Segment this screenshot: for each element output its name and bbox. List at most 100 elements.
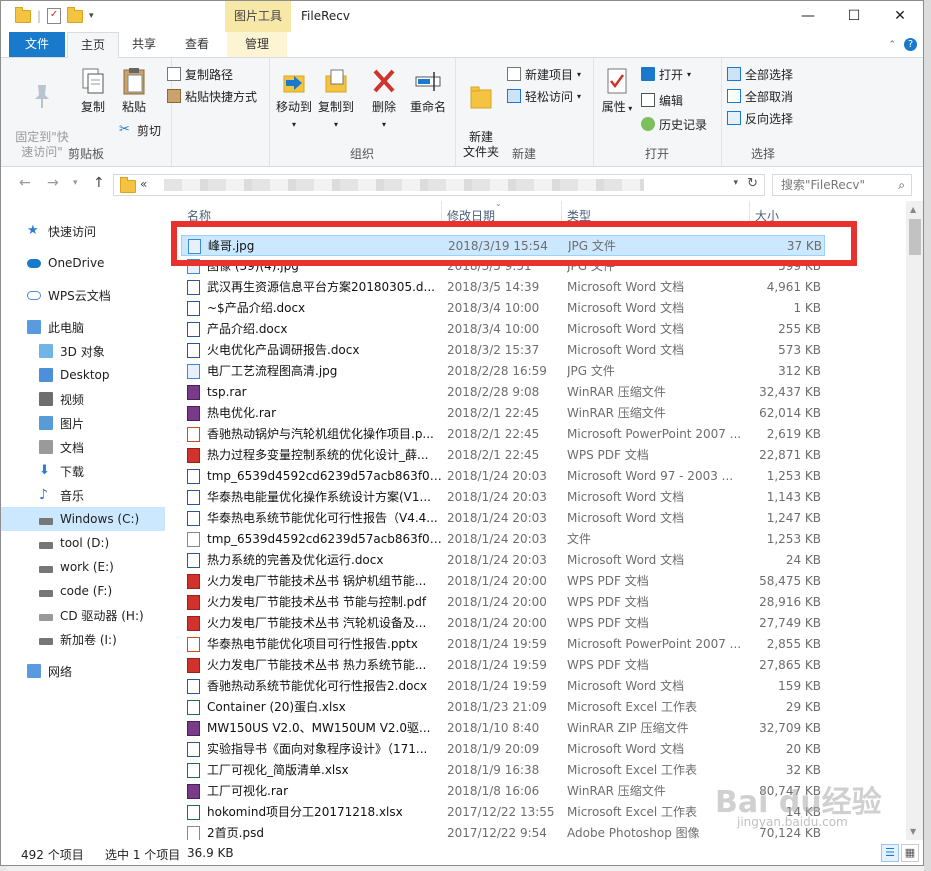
address-dropdown-icon[interactable]: ▾: [733, 178, 738, 188]
nav-item[interactable]: 网络: [1, 659, 165, 683]
file-row[interactable]: tmp_6539d4592cd6239d57acb863f0d... 2018/1…: [181, 466, 825, 487]
tab-home[interactable]: 主页: [67, 32, 119, 59]
paste-icon: [123, 68, 145, 95]
folder-icon[interactable]: [15, 6, 31, 23]
nav-item[interactable]: ★ 快速访问: [1, 219, 165, 243]
up-icon[interactable]: ↑: [93, 175, 105, 191]
file-row[interactable]: 火力发电厂节能技术丛书 热力系统节能... 2018/1/24 19:59 WPS …: [181, 655, 825, 676]
scroll-up-icon[interactable]: ▲: [910, 205, 916, 214]
address-bar[interactable]: « ▾ ↻: [113, 174, 765, 196]
file-date: 2018/2/1 22:45: [447, 448, 540, 462]
delete-button[interactable]: 删除 ▾: [369, 66, 399, 132]
refresh-icon[interactable]: ↻: [747, 176, 758, 191]
recent-locations-icon[interactable]: ▾: [73, 178, 78, 188]
nav-item[interactable]: 此电脑: [1, 315, 165, 339]
file-row[interactable]: 热力系统的完善及优化运行.docx 2018/1/24 20:03 Microsof…: [181, 550, 825, 571]
file-row[interactable]: 2首页.psd 2017/12/22 9:54 Adobe Photoshop 图像…: [181, 823, 825, 840]
file-date: 2018/1/9 20:09: [447, 742, 540, 756]
file-row[interactable]: 实验指导书《面向对象程序设计》（171... 2018/1/9 20:09 Micr…: [181, 739, 825, 760]
scroll-down-icon[interactable]: ▼: [910, 827, 916, 836]
nav-item[interactable]: ♪ 音乐: [1, 483, 165, 507]
nav-item[interactable]: code (F:): [1, 579, 165, 603]
cut-button[interactable]: ✂ 剪切: [119, 120, 161, 140]
file-row[interactable]: ~$产品介绍.docx 2018/3/4 10:00 Microsoft Word …: [181, 298, 825, 319]
file-row[interactable]: tsp.rar 2018/2/28 9:08 WinRAR 压缩文件 32,437 K…: [181, 382, 825, 403]
cd-drive-icon: [39, 613, 53, 621]
back-icon[interactable]: ←: [19, 175, 31, 191]
file-row[interactable]: 武汉再生资源信息平台方案20180305.d... 2018/3/5 14:39 M…: [181, 277, 825, 298]
invert-selection-button[interactable]: 反向选择: [727, 108, 793, 128]
nav-item[interactable]: WPS云文档: [1, 283, 165, 307]
file-row[interactable]: MW150US V2.0、MW150UM V2.0驱... 2018/1/10 8…: [181, 718, 825, 739]
nav-item[interactable]: Desktop: [1, 363, 165, 387]
file-row[interactable]: 华泰热电能量优化操作系统设计方案(V1... 2018/1/24 20:03 Mic…: [181, 487, 825, 508]
open-button[interactable]: 打开 ▾: [641, 64, 691, 84]
rename-button[interactable]: 重命名: [407, 66, 449, 115]
file-size: 2,619 KB: [766, 427, 821, 441]
nav-item[interactable]: 3D 对象: [1, 339, 165, 363]
file-row[interactable]: Container (20)蛋白.xlsx 2018/1/23 21:09 Micr…: [181, 697, 825, 718]
easy-access-button[interactable]: 轻松访问 ▾: [507, 86, 581, 106]
help-icon[interactable]: ?: [904, 38, 917, 51]
pdf-file-icon: [187, 448, 200, 463]
vertical-scrollbar[interactable]: ▲ ▼: [906, 201, 923, 840]
new-folder-icon[interactable]: [67, 6, 84, 23]
nav-item[interactable]: 视频: [1, 387, 165, 411]
large-icons-view-button[interactable]: ▦: [901, 844, 919, 862]
file-name: tmp_6539d4592cd6239d57acb863f0d...: [207, 469, 443, 483]
nav-item[interactable]: Windows (C:): [1, 507, 165, 531]
customize-dropdown-icon[interactable]: ▾: [89, 11, 94, 21]
paste-button[interactable]: 粘贴: [115, 66, 153, 115]
nav-item[interactable]: ⬇ 下载: [1, 459, 165, 483]
nav-item[interactable]: work (E:): [1, 555, 165, 579]
nav-item[interactable]: CD 驱动器 (H:): [1, 603, 165, 627]
tab-view[interactable]: 查看: [171, 32, 223, 57]
nav-item-label: 图片: [60, 416, 85, 431]
move-to-button[interactable]: 移动到 ▾: [275, 66, 313, 132]
select-all-button[interactable]: 全部选择: [727, 64, 793, 84]
tab-file[interactable]: 文件: [9, 32, 65, 57]
file-row[interactable]: tmp_6539d4592cd6239d57acb863f0d... 2018/1…: [181, 529, 825, 550]
properties-icon[interactable]: ✓: [47, 8, 62, 24]
properties-button[interactable]: 属性 ▾: [599, 66, 635, 116]
file-row[interactable]: 火电优化产品调研报告.docx 2018/3/2 15:37 Microsoft W…: [181, 340, 825, 361]
forward-icon[interactable]: →: [47, 175, 59, 191]
file-size: 32,709 KB: [759, 721, 821, 735]
paste-shortcut-button[interactable]: 粘贴快捷方式: [167, 86, 257, 106]
nav-item-label: tool (D:): [60, 536, 110, 550]
close-button[interactable]: ✕: [877, 1, 923, 32]
file-row[interactable]: 香驰热动系统节能优化可行性报告2.docx 2018/1/24 19:59 Micr…: [181, 676, 825, 697]
search-input[interactable]: 搜索"FileRecv" ⌕: [772, 174, 912, 196]
file-row[interactable]: 华泰热电节能优化项目可行性报告.pptx 2018/1/24 19:59 Micro…: [181, 634, 825, 655]
scroll-thumb[interactable]: [909, 219, 921, 255]
file-row[interactable]: 火力发电厂节能技术丛书 汽轮机设备及... 2018/1/24 20:00 WPS …: [181, 613, 825, 634]
tab-share[interactable]: 共享: [119, 32, 169, 57]
file-row[interactable]: 产品介绍.docx 2018/3/4 10:00 Microsoft Word 文档…: [181, 319, 825, 340]
details-view-button[interactable]: ☰: [881, 844, 899, 862]
copy-button[interactable]: 复制: [77, 66, 109, 115]
copy-to-button[interactable]: 复制到 ▾: [317, 66, 355, 132]
nav-item[interactable]: 新加卷 (I:): [1, 627, 165, 651]
collapse-ribbon-icon[interactable]: ⌃: [888, 40, 896, 50]
tab-manage[interactable]: 管理: [227, 32, 287, 57]
maximize-button[interactable]: ☐: [831, 1, 877, 32]
new-item-button[interactable]: 新建项目 ▾: [507, 64, 581, 84]
history-button[interactable]: 历史记录: [641, 114, 707, 134]
nav-item-label: 此电脑: [48, 320, 85, 335]
nav-item[interactable]: 文档: [1, 435, 165, 459]
breadcrumb-overflow[interactable]: «: [140, 177, 147, 191]
edit-button[interactable]: 编辑: [641, 90, 683, 110]
nav-item[interactable]: tool (D:): [1, 531, 165, 555]
nav-item[interactable]: OneDrive: [1, 251, 165, 275]
copy-path-button[interactable]: 复制路径: [167, 64, 233, 84]
file-row[interactable]: 火力发电厂节能技术丛书 节能与控制.pdf 2018/1/24 20:00 WPS …: [181, 592, 825, 613]
nav-item[interactable]: 图片: [1, 411, 165, 435]
minimize-button[interactable]: —: [785, 1, 831, 32]
file-row[interactable]: 热力过程多变量控制系统的优化设计_薛... 2018/2/1 22:45 WPS P…: [181, 445, 825, 466]
select-none-button[interactable]: 全部取消: [727, 86, 793, 106]
file-row[interactable]: 香驰热动锅炉与汽轮机组优化操作项目.p... 2018/2/1 22:45 Micr…: [181, 424, 825, 445]
file-row[interactable]: 电厂工艺流程图高清.jpg 2018/2/28 16:59 JPG 文件 312 KB: [181, 361, 825, 382]
file-row[interactable]: 华泰热电系统节能优化可行性报告（V4.4... 2018/1/24 20:03 Mi…: [181, 508, 825, 529]
file-row[interactable]: 热电优化.rar 2018/2/1 22:45 WinRAR 压缩文件 62,014 …: [181, 403, 825, 424]
file-row[interactable]: 火力发电厂节能技术丛书 锅炉机组节能... 2018/1/24 20:00 WPS …: [181, 571, 825, 592]
